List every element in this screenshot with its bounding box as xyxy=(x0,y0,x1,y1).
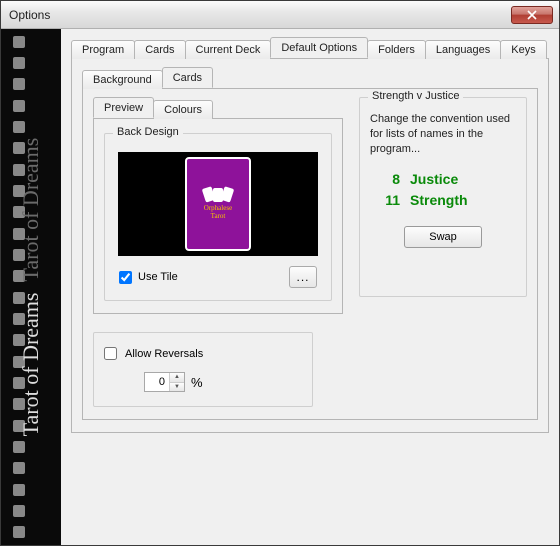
allow-reversals-text: Allow Reversals xyxy=(125,348,203,360)
strength-justice-group: Strength v Justice Change the convention… xyxy=(359,97,527,297)
tab-colours[interactable]: Colours xyxy=(153,100,213,119)
use-tile-checkbox[interactable] xyxy=(119,271,132,284)
sv-row-2-name: Strength xyxy=(410,192,468,208)
tab-default-options[interactable]: Default Options xyxy=(270,37,368,58)
strength-justice-legend: Strength v Justice xyxy=(368,90,463,102)
back-design-legend: Back Design xyxy=(113,126,183,138)
sidebar-brand: Tarot of Dreams Tarot of Dreams xyxy=(1,29,61,545)
window-title: Options xyxy=(9,8,511,22)
tab-preview[interactable]: Preview xyxy=(93,97,154,118)
sv-row-1-num: 8 xyxy=(376,171,400,187)
browse-button[interactable]: ... xyxy=(289,266,317,288)
titlebar: Options xyxy=(1,1,559,29)
back-design-group: Back Design Orphalese Tarot xyxy=(104,133,332,301)
main-tabs: Program Cards Current Deck Default Optio… xyxy=(71,37,549,59)
use-tile-text: Use Tile xyxy=(138,271,178,283)
card-back-icon: Orphalese Tarot xyxy=(185,157,251,251)
tab-keys[interactable]: Keys xyxy=(500,40,546,59)
reversals-input[interactable] xyxy=(145,373,169,391)
sv-row-1: 8 Justice xyxy=(376,171,516,187)
reversals-spinner[interactable]: ▲ ▼ xyxy=(144,372,185,392)
use-tile-label[interactable]: Use Tile xyxy=(119,271,178,284)
sv-row-2-num: 11 xyxy=(376,192,400,208)
sv-row-2: 11 Strength xyxy=(376,192,516,208)
tab-background[interactable]: Background xyxy=(82,70,163,89)
spinner-down-icon[interactable]: ▼ xyxy=(170,383,184,392)
allow-reversals-label[interactable]: Allow Reversals xyxy=(104,347,302,360)
spinner-up-icon[interactable]: ▲ xyxy=(170,373,184,383)
tab-folders[interactable]: Folders xyxy=(367,40,426,59)
preview-tabs: Preview Colours xyxy=(93,97,343,119)
tab-current-deck[interactable]: Current Deck xyxy=(185,40,272,59)
tab-languages[interactable]: Languages xyxy=(425,40,501,59)
strength-justice-desc: Change the convention used for lists of … xyxy=(370,112,516,157)
tab-program[interactable]: Program xyxy=(71,40,135,59)
percent-label: % xyxy=(191,375,203,390)
back-design-preview: Orphalese Tarot xyxy=(118,152,318,256)
reversals-group: Allow Reversals ▲ ▼ % xyxy=(93,332,313,407)
sub-tabs: Background Cards xyxy=(82,67,538,89)
brand-vertical-text: Tarot of Dreams Tarot of Dreams xyxy=(18,138,44,437)
tab-cards-sub[interactable]: Cards xyxy=(162,67,213,88)
allow-reversals-checkbox[interactable] xyxy=(104,347,117,360)
close-button[interactable] xyxy=(511,6,553,24)
sv-row-1-name: Justice xyxy=(410,171,458,187)
swap-button[interactable]: Swap xyxy=(404,226,482,248)
close-icon xyxy=(527,10,537,20)
tab-cards[interactable]: Cards xyxy=(134,40,185,59)
